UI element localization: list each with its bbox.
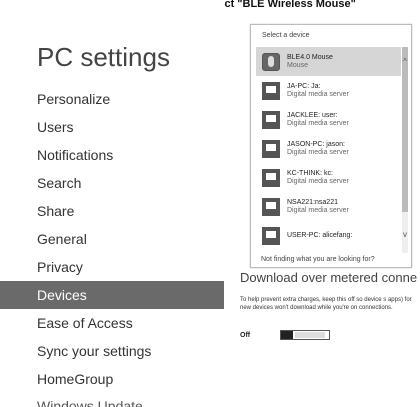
media-server-icon [262,139,280,158]
device-item-nsa221[interactable]: NSA221:nsa221 Digital media server [256,192,401,221]
media-server-icon [262,197,280,216]
device-item-ble-mouse[interactable]: BLE4.0 Mouse Mouse [256,47,401,76]
nav-item-search[interactable]: Search [0,169,224,197]
page-title: PC settings [37,42,170,72]
device-name: JASON-PC: jason: [287,140,345,148]
scroll-up-icon[interactable]: ^ [402,57,408,66]
metered-download-toggle[interactable] [280,330,330,340]
media-server-icon [262,226,280,245]
device-item-ja-pc[interactable]: JA-PC: Ja: Digital media server [256,76,401,105]
toggle-knob [281,331,293,339]
scrollbar-thumb[interactable] [402,47,408,212]
device-name: JA-PC: Ja: [287,82,321,90]
nav-item-sync-settings[interactable]: Sync your settings [0,337,224,365]
device-item-user-pc[interactable]: USER-PC: alicefang: [256,221,401,250]
metered-description: To help prevent extra charges, keep this… [240,297,412,311]
scroll-down-icon[interactable]: v [402,230,408,239]
media-server-icon [262,168,280,187]
nav-item-personalize[interactable]: Personalize [0,85,224,113]
device-type: Digital media server [287,119,349,127]
toggle-track [295,332,325,338]
device-list-scrollbar[interactable] [402,47,408,253]
device-type: Digital media server [287,206,349,214]
device-item-jacklee[interactable]: JACKLEE: user: Digital media server [256,105,401,134]
device-list: BLE4.0 Mouse Mouse JA-PC: Ja: Digital me… [256,47,401,253]
media-server-icon [262,110,280,129]
device-name: NSA221:nsa221 [287,198,338,206]
select-device-flyout: Select a device BLE4.0 Mouse Mouse JA-PC… [250,24,412,268]
device-name: USER-PC: alicefang: [287,231,353,239]
device-type: Digital media server [287,177,349,185]
metered-heading: Download over metered conne [240,270,418,285]
nav-item-general[interactable]: General [0,225,224,253]
nav-item-notifications[interactable]: Notifications [0,141,224,169]
mouse-icon [262,52,280,71]
metered-toggle-row: Off [240,330,330,340]
nav-item-ease-of-access[interactable]: Ease of Access [0,309,224,337]
flyout-title: Select a device [262,32,310,39]
device-name: KC-THINK: kc: [287,169,333,177]
device-type: Mouse [287,61,309,69]
nav-item-devices[interactable]: Devices [0,281,224,309]
device-type: Digital media server [287,148,349,156]
not-finding-link[interactable]: Not finding what you are looking for? [261,256,375,263]
device-item-kc-think[interactable]: KC-THINK: kc: Digital media server [256,163,401,192]
device-item-jason-pc[interactable]: JASON-PC: jason: Digital media server [256,134,401,163]
settings-sidebar: PC settings Personalize Users Notificati… [0,0,224,407]
toggle-state-label: Off [240,331,251,339]
nav-item-homegroup[interactable]: HomeGroup [0,365,224,393]
media-server-icon [262,81,280,100]
device-type: Digital media server [287,90,349,98]
nav-item-windows-update[interactable]: Windows Update [0,393,224,407]
settings-nav: Personalize Users Notifications Search S… [0,85,224,407]
device-name: JACKLEE: user: [287,111,338,119]
device-name: BLE4.0 Mouse [287,53,333,61]
nav-item-users[interactable]: Users [0,113,224,141]
nav-item-share[interactable]: Share [0,197,224,225]
nav-item-privacy[interactable]: Privacy [0,253,224,281]
